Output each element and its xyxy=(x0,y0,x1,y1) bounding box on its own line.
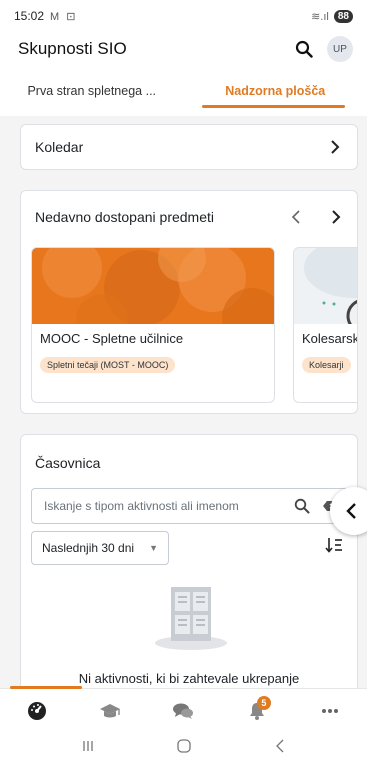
calendar-card[interactable]: Koledar xyxy=(20,124,358,170)
tab-site-home[interactable]: Prva stran spletnega ... xyxy=(0,66,184,116)
course-category-badge: Spletni tečaji (MOST - MOOC) xyxy=(40,357,176,373)
chevron-left-icon[interactable] xyxy=(289,209,303,225)
caret-down-icon: ▼ xyxy=(149,543,158,553)
app-title: Skupnosti SIO xyxy=(18,39,127,58)
active-tab-indicator xyxy=(10,686,82,689)
course-card[interactable]: MOOC - Spletne učilnice Spletni tečaji (… xyxy=(31,247,275,403)
status-bar: 15:02 M ⊡ ≋.ıl 88 xyxy=(0,0,367,32)
status-time: 15:02 xyxy=(14,9,45,23)
app-bar: Skupnosti SIO UP xyxy=(0,32,367,66)
recent-courses-title: Nedavno dostopani predmeti xyxy=(35,209,215,225)
chat-bubbles-icon xyxy=(173,703,194,719)
empty-timeline-message: Ni aktivnosti, ki bi zahtevale ukrepanje xyxy=(78,671,300,686)
more-dots-icon xyxy=(322,708,339,713)
date-filter-value: Naslednjih 30 dni xyxy=(42,541,135,555)
no-activity-illustration xyxy=(155,587,227,650)
recent-courses-card: Nedavno dostopani predmeti MOOC - Spletn… xyxy=(20,190,358,414)
course-image xyxy=(32,248,274,324)
home-icon[interactable] xyxy=(177,739,192,753)
date-filter-select[interactable]: Naslednjih 30 dni ▼ xyxy=(31,531,169,565)
search-icon[interactable] xyxy=(294,498,310,514)
course-name: MOOC - Spletne učilnice xyxy=(40,331,184,346)
nav-more[interactable] xyxy=(310,691,350,731)
notification-count-badge: 5 xyxy=(256,695,271,710)
tab-dashboard[interactable]: Nadzorna plošča xyxy=(184,66,367,116)
recent-apps-icon[interactable] xyxy=(81,740,95,752)
chevron-left-icon xyxy=(346,503,356,519)
search-placeholder: Iskanje s tipom aktivnosti ali imenom xyxy=(44,499,239,513)
course-image xyxy=(294,248,357,324)
nav-notifications[interactable]: 5 xyxy=(237,691,277,731)
dashboard-content: Koledar Nedavno dostopani predmeti MOOC … xyxy=(0,116,367,688)
tab-bar: Prva stran spletnega ... Nadzorna plošča xyxy=(0,66,367,116)
status-notification-icons: M ⊡ xyxy=(50,10,78,23)
signal-icon: ≋.ıl xyxy=(311,10,329,23)
timeline-card: Časovnica Iskanje s tipom aktivnosti ali… xyxy=(20,434,358,688)
recent-courses-header: Nedavno dostopani predmeti xyxy=(35,205,343,229)
sort-icon[interactable] xyxy=(325,537,343,553)
chevron-right-icon[interactable] xyxy=(329,209,343,225)
system-navigation-bar xyxy=(0,732,367,760)
course-category-badge: Kolesarji xyxy=(302,357,351,373)
back-icon[interactable] xyxy=(274,739,286,753)
graduation-cap-icon xyxy=(100,703,121,717)
dashboard-gauge-icon xyxy=(27,701,46,720)
nav-courses[interactable] xyxy=(90,691,130,731)
bottom-navigation: 5 xyxy=(0,686,367,732)
nav-messages[interactable] xyxy=(163,691,203,731)
timeline-search-input[interactable]: Iskanje s tipom aktivnosti ali imenom xyxy=(31,488,349,524)
carousel-nav xyxy=(289,209,343,225)
battery-icon: 88 xyxy=(333,9,353,23)
nav-dashboard[interactable] xyxy=(17,691,57,731)
course-card[interactable]: Kolesarsk Kolesarji xyxy=(293,247,358,403)
status-right: ≋.ıl 88 xyxy=(311,9,353,23)
calendar-label: Koledar xyxy=(35,139,84,155)
search-icon[interactable] xyxy=(293,38,315,60)
chevron-right-icon xyxy=(331,140,340,154)
avatar[interactable]: UP xyxy=(327,36,353,62)
timeline-title: Časovnica xyxy=(35,455,101,471)
course-name: Kolesarsk xyxy=(302,331,358,346)
